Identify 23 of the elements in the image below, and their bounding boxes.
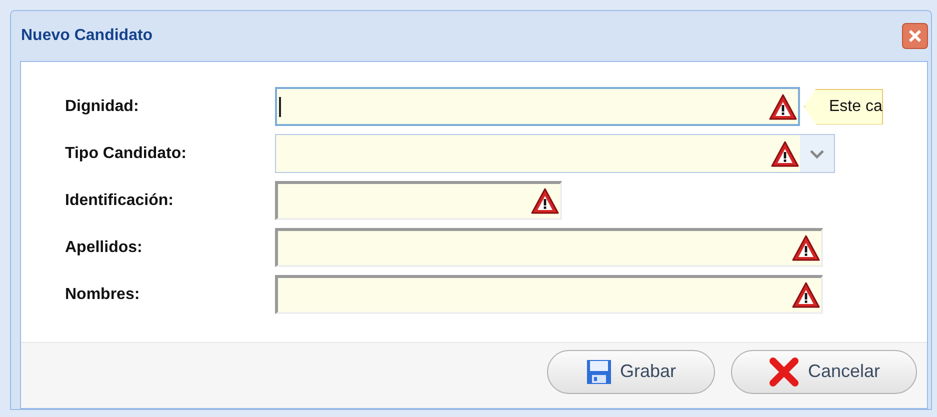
input-field[interactable] [275, 228, 823, 267]
warning-icon [791, 234, 821, 262]
field-label: Nombres: [64, 284, 141, 304]
close-icon [908, 29, 922, 43]
warning-icon [768, 92, 798, 120]
dropdown-field[interactable] [275, 134, 835, 173]
input-field[interactable] [275, 275, 823, 314]
window-title: Nuevo Candidato [21, 26, 153, 46]
cancel-button[interactable]: Cancelar [731, 350, 917, 394]
warning-icon [770, 140, 800, 168]
chevron-down-icon[interactable] [809, 148, 825, 158]
field-label: Tipo Candidato: [64, 144, 188, 164]
warning-icon [791, 281, 821, 309]
input-field[interactable] [275, 181, 562, 220]
close-button[interactable] [902, 23, 928, 49]
field-label: Apellidos: [64, 238, 144, 258]
input-field[interactable] [275, 87, 800, 126]
field-label: Dignidad: [64, 96, 140, 116]
save-button[interactable]: Grabar [547, 350, 715, 394]
warning-icon [530, 187, 560, 215]
cross-icon [768, 356, 800, 386]
field-label: Identificación: [64, 190, 174, 210]
error-tooltip: Este ca [804, 88, 884, 124]
